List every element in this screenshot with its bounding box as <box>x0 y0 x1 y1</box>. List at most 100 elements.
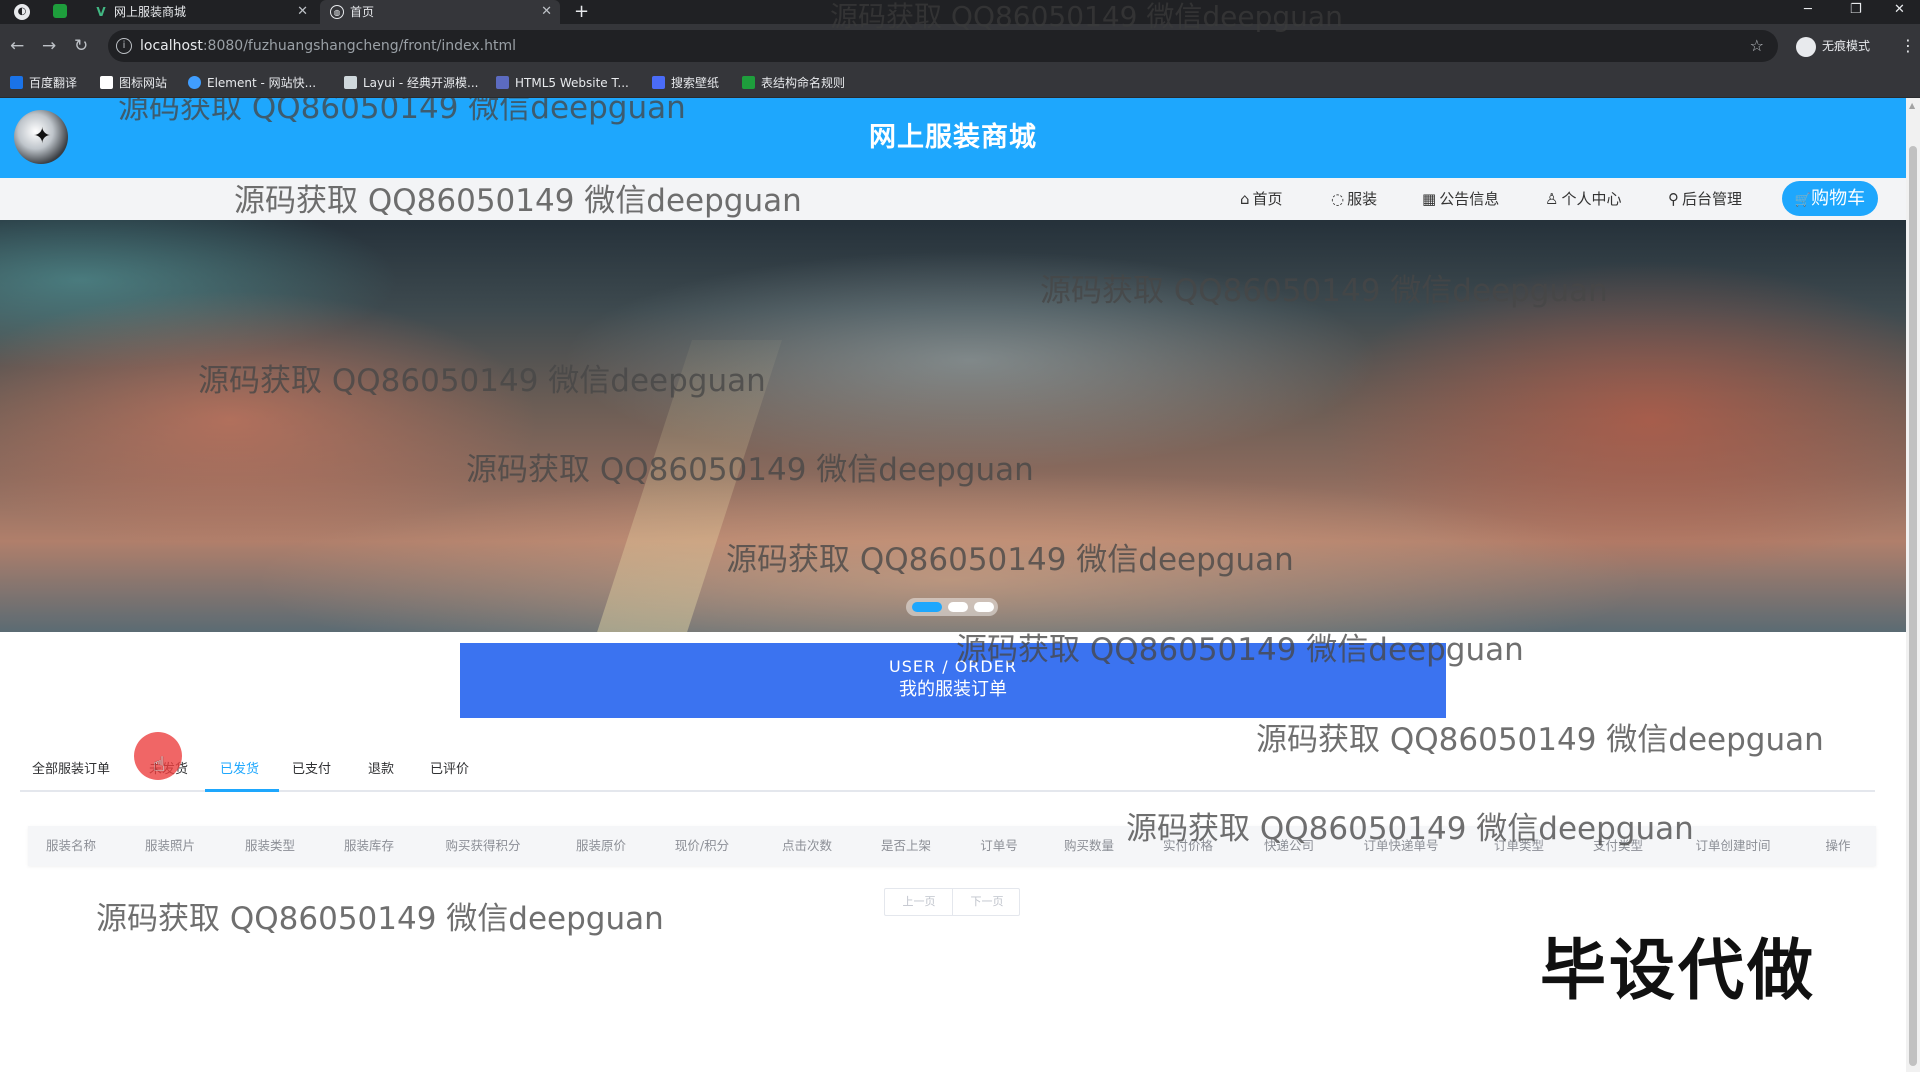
home-icon: ⌂ <box>1240 190 1250 208</box>
prev-page-button[interactable]: 上一页 <box>885 889 953 915</box>
cart-label: 购物车 <box>1811 188 1866 209</box>
bookmark-item[interactable]: Layui - 经典开源模... <box>344 68 478 98</box>
incognito-label: 无痕模式 <box>1822 39 1871 53</box>
tab-refund[interactable]: 退款 <box>368 750 394 790</box>
nav-home-label: 首页 <box>1252 190 1283 208</box>
minimize-icon[interactable]: ─ <box>1804 0 1812 20</box>
bookmark-item[interactable]: HTML5 Website T... <box>496 68 629 98</box>
column-header: 购买数量 <box>1063 838 1115 853</box>
column-header: 支付类型 <box>1592 838 1644 853</box>
column-header: 快递公司 <box>1263 838 1315 853</box>
address-bar: ← → ↻ i localhost:8080/fuzhuangshangchen… <box>0 24 1920 68</box>
column-header: 购买获得积分 <box>445 838 521 853</box>
tab-search-icon[interactable] <box>53 4 67 18</box>
bookmarks-bar: 百度翻译 图标网站 Element - 网站快... Layui - 经典开源模… <box>0 68 1920 98</box>
nav-clothing-label: 服装 <box>1347 190 1378 208</box>
page-content: ✦ 网上服装商城 ⌂ 首页 ◌ 服装 ▦ 公告信息 ♙ 个人中心 ⚲ 后台管理 🛒购物车 … <box>0 98 1906 1072</box>
active-tab-indicator <box>205 789 279 792</box>
nav-admin[interactable]: ⚲ 后台管理 <box>1668 178 1742 220</box>
banner-title-cn: 我的服装订单 <box>899 679 1007 700</box>
bookmark-label: 图标网站 <box>119 76 168 90</box>
hero-carousel[interactable] <box>0 220 1906 632</box>
bookmark-item[interactable]: 表结构命名规则 <box>742 68 845 98</box>
vue-icon: V <box>96 5 106 19</box>
carousel-dot[interactable] <box>974 602 994 612</box>
site-title: 网上服装商城 <box>869 122 1037 153</box>
announcement-icon: ▦ <box>1422 190 1437 208</box>
pagination: 上一页 下一页 <box>884 888 1020 916</box>
url-text[interactable]: localhost:8080/fuzhuangshangcheng/front/… <box>140 30 516 62</box>
user-icon: ♙ <box>1545 190 1559 208</box>
browser-tab-strip: ◐ V 网上服装商城 ✕ ◍ 首页 ✕ + ─ ❐ ✕ <box>0 0 1920 24</box>
column-header: 点击次数 <box>781 838 833 853</box>
incognito-indicator[interactable]: 无痕模式 <box>1796 36 1870 57</box>
bookmark-item[interactable]: 搜索壁纸 <box>652 68 719 98</box>
promo-stamp: 毕设代做 <box>1540 932 1816 1009</box>
carousel-indicators <box>906 598 998 616</box>
top-navigation: ⌂ 首页 ◌ 服装 ▦ 公告信息 ♙ 个人中心 ⚲ 后台管理 🛒购物车 <box>0 178 1906 220</box>
clothing-icon: ◌ <box>1331 190 1345 208</box>
browser-tab-2[interactable]: ◍ 首页 ✕ <box>320 0 560 24</box>
column-header: 服装照片 <box>144 838 196 853</box>
column-header: 订单快递单号 <box>1363 838 1439 853</box>
bookmark-star-icon[interactable]: ☆ <box>1750 30 1764 62</box>
column-header: 服装库存 <box>343 838 395 853</box>
banner-title-en: USER / ORDER <box>889 657 1017 676</box>
browser-tab-2-title: 首页 <box>350 5 375 19</box>
nav-home[interactable]: ⌂ 首页 <box>1240 178 1283 220</box>
orders-table-header: 服装名称 服装照片 服装类型 服装库存 购买获得积分 服装原价 现价/积分 点击… <box>28 826 1876 866</box>
chrome-menu-icon[interactable]: ◐ <box>14 4 30 20</box>
browser-tab-1[interactable]: V 网上服装商城 ✕ <box>84 0 316 24</box>
reload-icon[interactable]: ↻ <box>74 36 88 56</box>
column-header: 服装类型 <box>244 838 296 853</box>
tab-all-orders[interactable]: 全部服装订单 <box>32 750 110 790</box>
column-header: 是否上架 <box>880 838 932 853</box>
bookmark-icon <box>10 76 23 89</box>
close-icon[interactable]: ✕ <box>297 0 308 24</box>
scroll-up-icon[interactable]: ▲ <box>1909 101 1915 110</box>
carousel-dot[interactable] <box>948 602 968 612</box>
bookmark-item[interactable]: 百度翻译 <box>10 68 77 98</box>
column-header: 订单号 <box>980 838 1018 853</box>
page-scrollbar[interactable]: ▲ <box>1906 98 1920 1072</box>
restore-icon[interactable]: ❐ <box>1850 0 1862 20</box>
cart-button[interactable]: 🛒购物车 <box>1782 181 1878 216</box>
section-banner: USER / ORDER 我的服装订单 <box>460 643 1446 718</box>
bookmark-icon <box>742 76 755 89</box>
nav-clothing[interactable]: ◌ 服装 <box>1331 178 1377 220</box>
window-close-icon[interactable]: ✕ <box>1894 0 1905 20</box>
bookmark-label: 搜索壁纸 <box>671 76 720 90</box>
scrollbar-thumb[interactable] <box>1909 146 1917 1066</box>
info-icon[interactable]: i <box>116 38 132 54</box>
column-header: 服装原价 <box>575 838 627 853</box>
nav-profile[interactable]: ♙ 个人中心 <box>1545 178 1621 220</box>
column-header: 现价/积分 <box>674 838 730 853</box>
url-field[interactable]: i localhost:8080/fuzhuangshangcheng/fron… <box>108 30 1778 62</box>
forward-icon[interactable]: → <box>42 36 56 56</box>
pointer-cursor-icon: ☝ <box>153 752 166 776</box>
carousel-dot[interactable] <box>912 602 942 612</box>
bookmark-label: HTML5 Website T... <box>515 76 629 90</box>
back-icon[interactable]: ← <box>10 36 24 56</box>
column-header: 订单创建时间 <box>1695 838 1771 853</box>
nav-admin-label: 后台管理 <box>1682 190 1743 208</box>
nav-announcements-label: 公告信息 <box>1439 190 1500 208</box>
new-tab-button[interactable]: + <box>574 0 589 24</box>
next-page-button[interactable]: 下一页 <box>953 889 1021 915</box>
column-header: 实付价格 <box>1162 838 1214 853</box>
bookmark-item[interactable]: 图标网站 <box>100 68 167 98</box>
bookmark-icon <box>188 76 201 89</box>
tab-reviewed[interactable]: 已评价 <box>430 750 469 790</box>
nav-announcements[interactable]: ▦ 公告信息 <box>1422 178 1499 220</box>
order-status-tabs: 全部服装订单 未发货 已发货 已支付 退款 已评价 <box>20 750 1875 792</box>
bookmark-icon <box>496 76 509 89</box>
browser-menu-icon[interactable]: ⋮ <box>1900 36 1916 56</box>
tab-paid[interactable]: 已支付 <box>292 750 331 790</box>
globe-icon: ◍ <box>330 5 344 19</box>
bookmark-icon <box>100 76 113 89</box>
bookmark-item[interactable]: Element - 网站快... <box>188 68 316 98</box>
close-icon[interactable]: ✕ <box>541 0 552 24</box>
column-header: 操作 <box>1825 838 1851 853</box>
browser-tab-1-title: 网上服装商城 <box>114 5 187 19</box>
tab-shipped[interactable]: 已发货 <box>220 750 259 790</box>
